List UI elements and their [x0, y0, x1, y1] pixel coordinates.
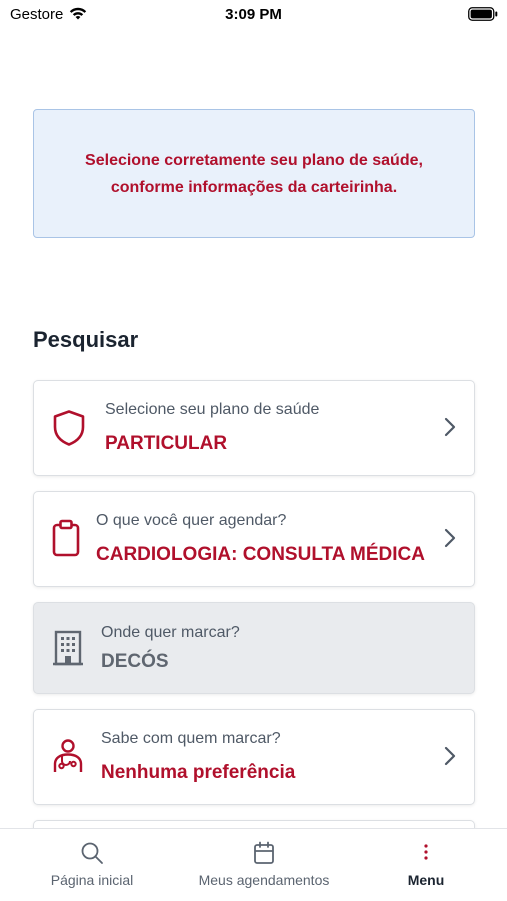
- nav-home[interactable]: Página inicial: [20, 829, 164, 901]
- clipboard-icon: [52, 519, 80, 562]
- bottom-navigation: Página inicial Meus agendamentos Menu: [0, 828, 507, 901]
- health-plan-value: PARTICULAR: [105, 433, 228, 454]
- nav-menu-label: Menu: [407, 872, 445, 888]
- plan-notice-text: Selecione corretamente seu plano de saúd…: [85, 151, 423, 196]
- nav-appointments-label: Meus agendamentos: [198, 872, 330, 888]
- shield-icon: [52, 409, 86, 452]
- professional-value: Nenhuma preferência: [101, 762, 296, 783]
- health-plan-selector[interactable]: Selecione seu plano de saúde PARTICULAR: [33, 380, 475, 476]
- nav-appointments[interactable]: Meus agendamentos: [181, 829, 347, 901]
- location-selector: Onde quer marcar? DECÓS: [33, 602, 475, 694]
- building-icon: [53, 630, 83, 671]
- search-icon: [80, 841, 104, 870]
- health-plan-label: Selecione seu plano de saúde: [105, 401, 320, 418]
- battery-icon: [468, 7, 498, 26]
- appointment-type-label: O que você quer agendar?: [96, 512, 287, 529]
- professional-selector[interactable]: Sabe com quem marcar? Nenhuma preferênci…: [33, 709, 475, 805]
- chevron-right-icon: [444, 417, 456, 442]
- location-value: DECÓS: [101, 651, 169, 672]
- section-title: Pesquisar: [33, 327, 139, 352]
- status-bar: Gestore 3:09 PM: [0, 0, 507, 30]
- doctor-icon: [50, 738, 86, 779]
- nav-home-label: Página inicial: [50, 872, 134, 888]
- appointment-type-value: CARDIOLOGIA: CONSULTA MÉDICA: [96, 544, 425, 565]
- plan-notice-banner: Selecione corretamente seu plano de saúd…: [33, 109, 475, 238]
- nav-menu[interactable]: Menu: [376, 829, 476, 901]
- chevron-right-icon: [444, 528, 456, 553]
- professional-label: Sabe com quem marcar?: [101, 730, 281, 747]
- calendar-icon: [253, 841, 275, 870]
- more-vertical-icon: [423, 841, 429, 868]
- chevron-right-icon: [444, 746, 456, 771]
- appointment-type-selector[interactable]: O que você quer agendar? CARDIOLOGIA: CO…: [33, 491, 475, 587]
- clock: 3:09 PM: [225, 6, 282, 23]
- location-label: Onde quer marcar?: [101, 624, 240, 641]
